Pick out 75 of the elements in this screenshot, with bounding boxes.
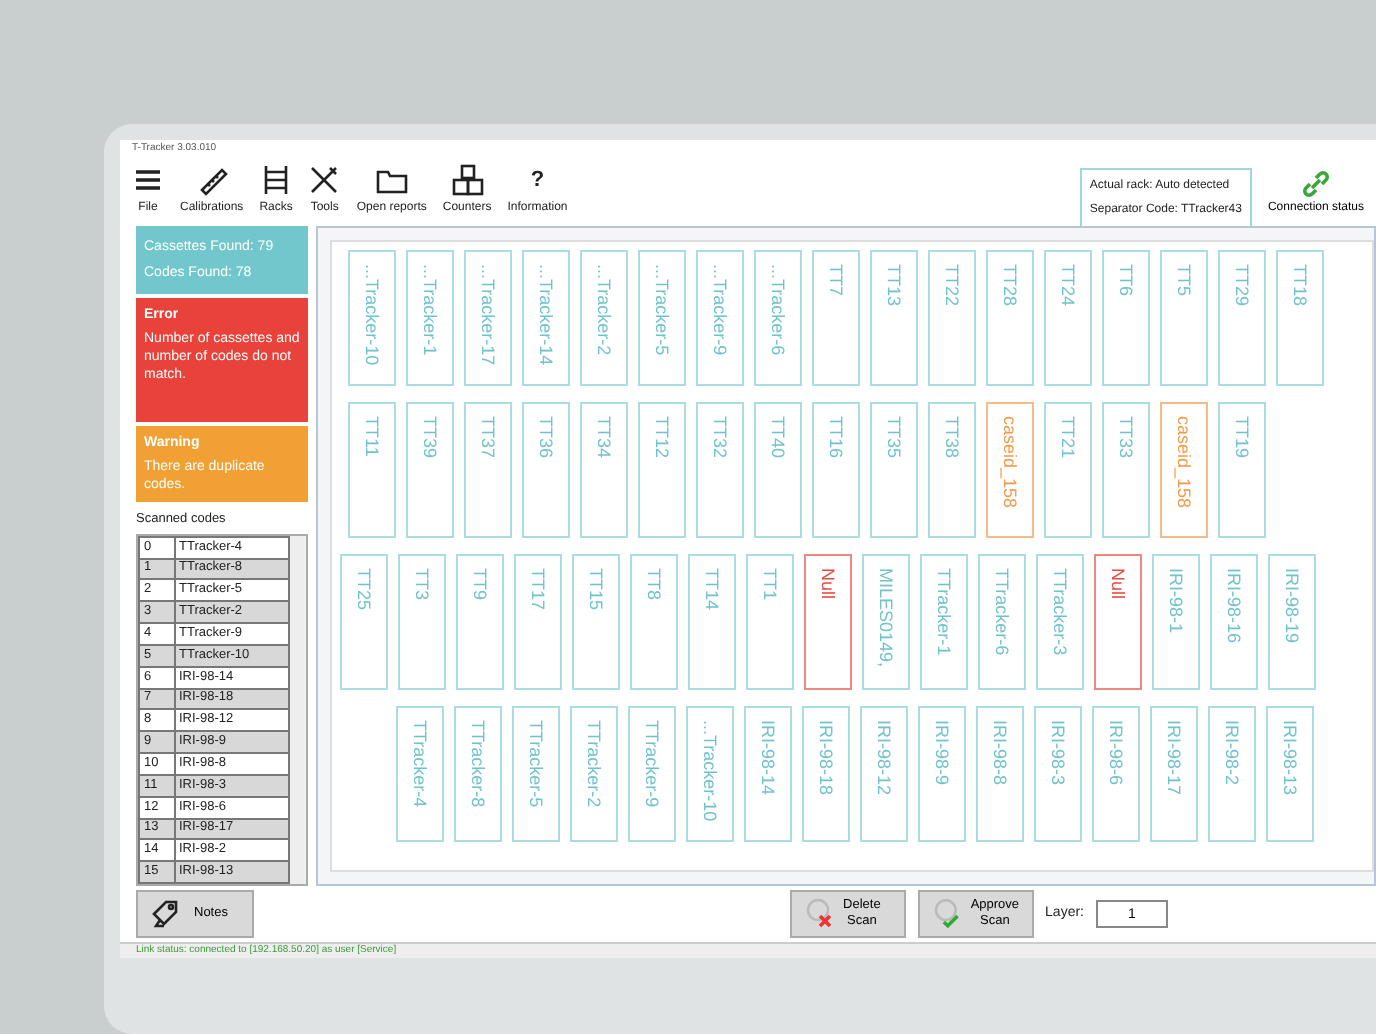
cassette-slot[interactable]: IRI-98-3 <box>1034 706 1082 842</box>
cassette-slot[interactable]: caseid_158 <box>1160 402 1208 538</box>
cassette-slot[interactable]: IRI-98-2 <box>1208 706 1256 842</box>
scrollbar[interactable] <box>290 535 306 884</box>
cassette-slot[interactable]: IRI-98-18 <box>802 706 850 842</box>
cassette-slot[interactable]: IRI-98-1 <box>1152 554 1200 690</box>
menu-icon <box>132 164 164 196</box>
cassette-slot[interactable]: TT17 <box>514 554 562 690</box>
cassette-slot[interactable]: ...Tracker-5 <box>638 250 686 386</box>
cassette-slot[interactable]: Null <box>804 554 852 690</box>
cassette-slot[interactable]: TT8 <box>630 554 678 690</box>
cassette-slot[interactable]: IRI-98-14 <box>744 706 792 842</box>
cassette-slot[interactable]: Null <box>1094 554 1142 690</box>
cassette-slot[interactable]: caseid_158 <box>986 402 1034 538</box>
cassette-slot[interactable]: TTracker-5 <box>512 706 560 842</box>
cassette-slot[interactable]: TT11 <box>348 402 396 538</box>
cassette-slot[interactable]: IRI-98-9 <box>918 706 966 842</box>
cassette-slot[interactable]: TT28 <box>986 250 1034 386</box>
cassette-slot[interactable]: TTracker-4 <box>396 706 444 842</box>
cassette-slot[interactable]: TTracker-3 <box>1036 554 1084 690</box>
cassette-slot[interactable]: IRI-98-17 <box>1150 706 1198 842</box>
cassette-slot[interactable]: TTracker-1 <box>920 554 968 690</box>
cassette-slot[interactable]: IRI-98-19 <box>1268 554 1316 690</box>
cassette-slot[interactable]: TT22 <box>928 250 976 386</box>
cassette-slot[interactable]: ...Tracker-10 <box>686 706 734 842</box>
cassette-slot[interactable]: TT24 <box>1044 250 1092 386</box>
cassette-slot[interactable]: TT14 <box>688 554 736 690</box>
delete-icon <box>803 898 836 930</box>
cassette-slot[interactable]: TTracker-6 <box>978 554 1026 690</box>
rack-icon <box>260 164 293 196</box>
cassette-slot[interactable]: TT9 <box>456 554 504 690</box>
cassette-slot[interactable]: MILES0149, <box>862 554 910 690</box>
cassette-slot[interactable]: ...Tracker-2 <box>580 250 628 386</box>
cassette-slot[interactable]: TT3 <box>398 554 446 690</box>
cassette-slot[interactable]: TT38 <box>928 402 976 538</box>
approve-icon <box>931 898 963 930</box>
cassette-slot[interactable]: ...Tracker-14 <box>522 250 570 386</box>
link-icon <box>1299 168 1332 200</box>
cassette-slot[interactable]: TT21 <box>1044 402 1092 538</box>
ruler-icon <box>195 164 228 196</box>
cassette-slot[interactable]: ...Tracker-17 <box>464 250 512 386</box>
cassette-slot[interactable]: TT33 <box>1102 402 1150 538</box>
cassette-slot[interactable]: TT39 <box>406 402 454 538</box>
cassette-slot[interactable]: TT6 <box>1102 250 1150 386</box>
cassette-slot[interactable]: TT36 <box>522 402 570 538</box>
cassette-slot[interactable]: TT1 <box>746 554 794 690</box>
counters-icon <box>451 164 484 196</box>
cassette-slot[interactable]: ...Tracker-1 <box>406 250 454 386</box>
cassette-slot[interactable]: IRI-98-16 <box>1210 554 1258 690</box>
cassette-slot[interactable]: TTracker-9 <box>628 706 676 842</box>
cassette-slot[interactable]: IRI-98-13 <box>1266 706 1314 842</box>
cassette-slot[interactable]: TT19 <box>1218 402 1266 538</box>
cassette-slot[interactable]: TT37 <box>464 402 512 538</box>
cassette-slot[interactable]: TTracker-2 <box>570 706 618 842</box>
cassette-slot[interactable]: TT12 <box>638 402 686 538</box>
cassette-slot[interactable]: ...Tracker-9 <box>696 250 744 386</box>
cassette-slot[interactable]: TT15 <box>572 554 620 690</box>
cassette-slot[interactable]: TT32 <box>696 402 744 538</box>
cassette-slot[interactable]: TT18 <box>1276 250 1324 386</box>
cassette-slot[interactable]: ...Tracker-6 <box>754 250 802 386</box>
cassette-slot[interactable]: TT5 <box>1160 250 1208 386</box>
cassette-slot[interactable]: TT40 <box>754 402 802 538</box>
cassette-slot[interactable]: TTracker-8 <box>454 706 502 842</box>
cassette-slot[interactable]: TT13 <box>870 250 918 386</box>
cassette-slot[interactable]: TT34 <box>580 402 628 538</box>
cassette-slot[interactable]: TT35 <box>870 402 918 538</box>
cassette-slot[interactable]: ...Tracker-10 <box>348 250 396 386</box>
cassette-slot[interactable]: IRI-98-6 <box>1092 706 1140 842</box>
cassette-slot[interactable]: IRI-98-8 <box>976 706 1024 842</box>
cassette-slot[interactable]: IRI-98-12 <box>860 706 908 842</box>
cassette-slot[interactable]: TT16 <box>812 402 860 538</box>
cassette-slot[interactable]: TT7 <box>812 250 860 386</box>
cassette-slot[interactable]: TT25 <box>340 554 388 690</box>
tools-icon <box>308 164 341 196</box>
cassette-slot[interactable]: TT29 <box>1218 250 1266 386</box>
